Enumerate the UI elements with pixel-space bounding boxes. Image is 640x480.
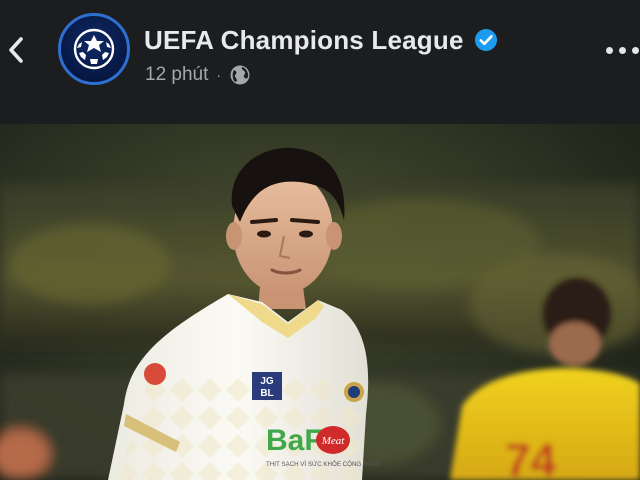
sleeve-badge bbox=[144, 363, 166, 385]
more-horizontal-icon-dot bbox=[619, 46, 626, 54]
more-horizontal-icon-dot bbox=[632, 46, 639, 54]
globe-icon bbox=[230, 65, 250, 85]
jersey-sponsor-badge-text: Meat bbox=[321, 435, 346, 447]
post-timestamp[interactable]: 12 phút bbox=[145, 64, 208, 86]
svg-text:74: 74 bbox=[505, 434, 557, 480]
jersey-sponsor-tagline: THỊT SẠCH VÌ SỨC KHỎE CỘNG ĐỒNG bbox=[266, 461, 382, 468]
more-horizontal-icon bbox=[606, 46, 613, 54]
chevron-left-icon bbox=[9, 37, 23, 63]
jersey-sponsor-text-1: JG bbox=[260, 376, 274, 387]
back-button[interactable] bbox=[2, 32, 30, 68]
jersey-main-sponsor: BaF bbox=[266, 424, 323, 457]
post-photo[interactable]: 74 JG BL BaF Meat THỊT SẠCH VÌ SỨC KHỎE … bbox=[0, 124, 640, 480]
verified-badge-icon bbox=[474, 29, 497, 51]
page-avatar[interactable] bbox=[58, 13, 130, 85]
meta-separator: · bbox=[216, 67, 222, 83]
champions-league-starball-logo bbox=[73, 28, 115, 70]
more-options-button[interactable] bbox=[606, 36, 640, 64]
jersey-sponsor-text-2: BL bbox=[260, 388, 273, 399]
football-player-photo: 74 JG BL BaF Meat THỊT SẠCH VÌ SỨC KHỎE … bbox=[0, 124, 640, 480]
post-header: UEFA Champions League 12 phút · bbox=[0, 0, 640, 124]
page-name-row: UEFA Champions League bbox=[144, 22, 498, 58]
page-name[interactable]: UEFA Champions League bbox=[144, 25, 464, 56]
post-meta: 12 phút · bbox=[145, 61, 251, 89]
